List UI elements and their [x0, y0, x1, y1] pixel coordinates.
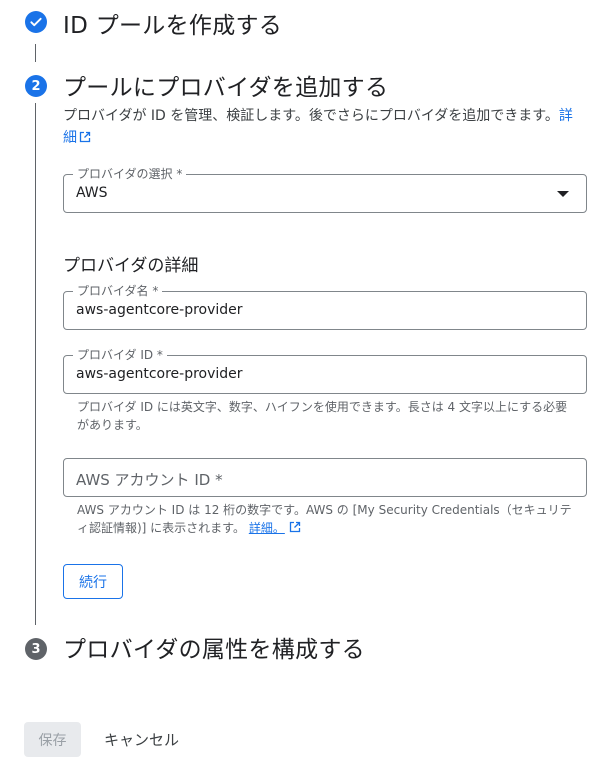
step-connector [35, 103, 36, 625]
step-2-title[interactable]: プールにプロバイダを追加する [63, 68, 388, 102]
aws-account-id-hint: AWS アカウント ID は 12 桁の数字です。AWS の [My Secur… [77, 501, 577, 537]
provider-name-value: aws-agentcore-provider [76, 302, 243, 318]
step-3-number: 3 [25, 638, 47, 660]
save-button[interactable]: 保存 [24, 722, 81, 757]
provider-name-field[interactable]: プロバイダ名 * aws-agentcore-provider [63, 283, 587, 330]
provider-details-heading: プロバイダの詳細 [63, 256, 199, 276]
aws-learn-more-link-label: 詳細。 [248, 521, 285, 535]
dropdown-arrow-icon [557, 191, 569, 197]
continue-button[interactable]: 続行 [63, 564, 123, 599]
external-link-icon [289, 521, 300, 533]
provider-id-field[interactable]: プロバイダ ID * aws-agentcore-provider [63, 347, 587, 394]
aws-account-hint-text: AWS アカウント ID は 12 桁の数字です。AWS の [My Secur… [77, 503, 572, 535]
description-text: プロバイダが ID を管理、検証します。後でさらにプロバイダを追加できます。 [63, 108, 559, 124]
step-2-number: 2 [25, 75, 47, 97]
provider-name-label: プロバイダ名 * [73, 283, 163, 299]
step-2-description: プロバイダが ID を管理、検証します。後でさらにプロバイダを追加できます。詳細 [63, 105, 583, 149]
check-icon [30, 17, 42, 27]
aws-account-id-field[interactable]: AWS アカウント ID * [63, 458, 587, 497]
provider-select[interactable]: プロバイダの選択 * AWS [63, 166, 587, 213]
provider-select-label: プロバイダの選択 * [73, 166, 187, 182]
step-3-title[interactable]: プロバイダの属性を構成する [63, 630, 365, 664]
cancel-button[interactable]: キャンセル [96, 722, 187, 757]
provider-id-value: aws-agentcore-provider [76, 366, 243, 382]
provider-select-value: AWS [76, 185, 108, 201]
step-1-title[interactable]: ID プールを作成する [63, 6, 282, 40]
step-connector [35, 44, 36, 62]
provider-id-label: プロバイダ ID * [73, 347, 167, 363]
provider-id-hint: プロバイダ ID には英文字、数字、ハイフンを使用できます。長さは 4 文字以上… [77, 400, 568, 432]
aws-learn-more-link[interactable]: 詳細。 [249, 521, 285, 535]
step-1-check-icon [25, 11, 47, 33]
aws-account-id-placeholder: AWS アカウント ID * [76, 471, 223, 489]
external-link-icon [79, 131, 91, 143]
